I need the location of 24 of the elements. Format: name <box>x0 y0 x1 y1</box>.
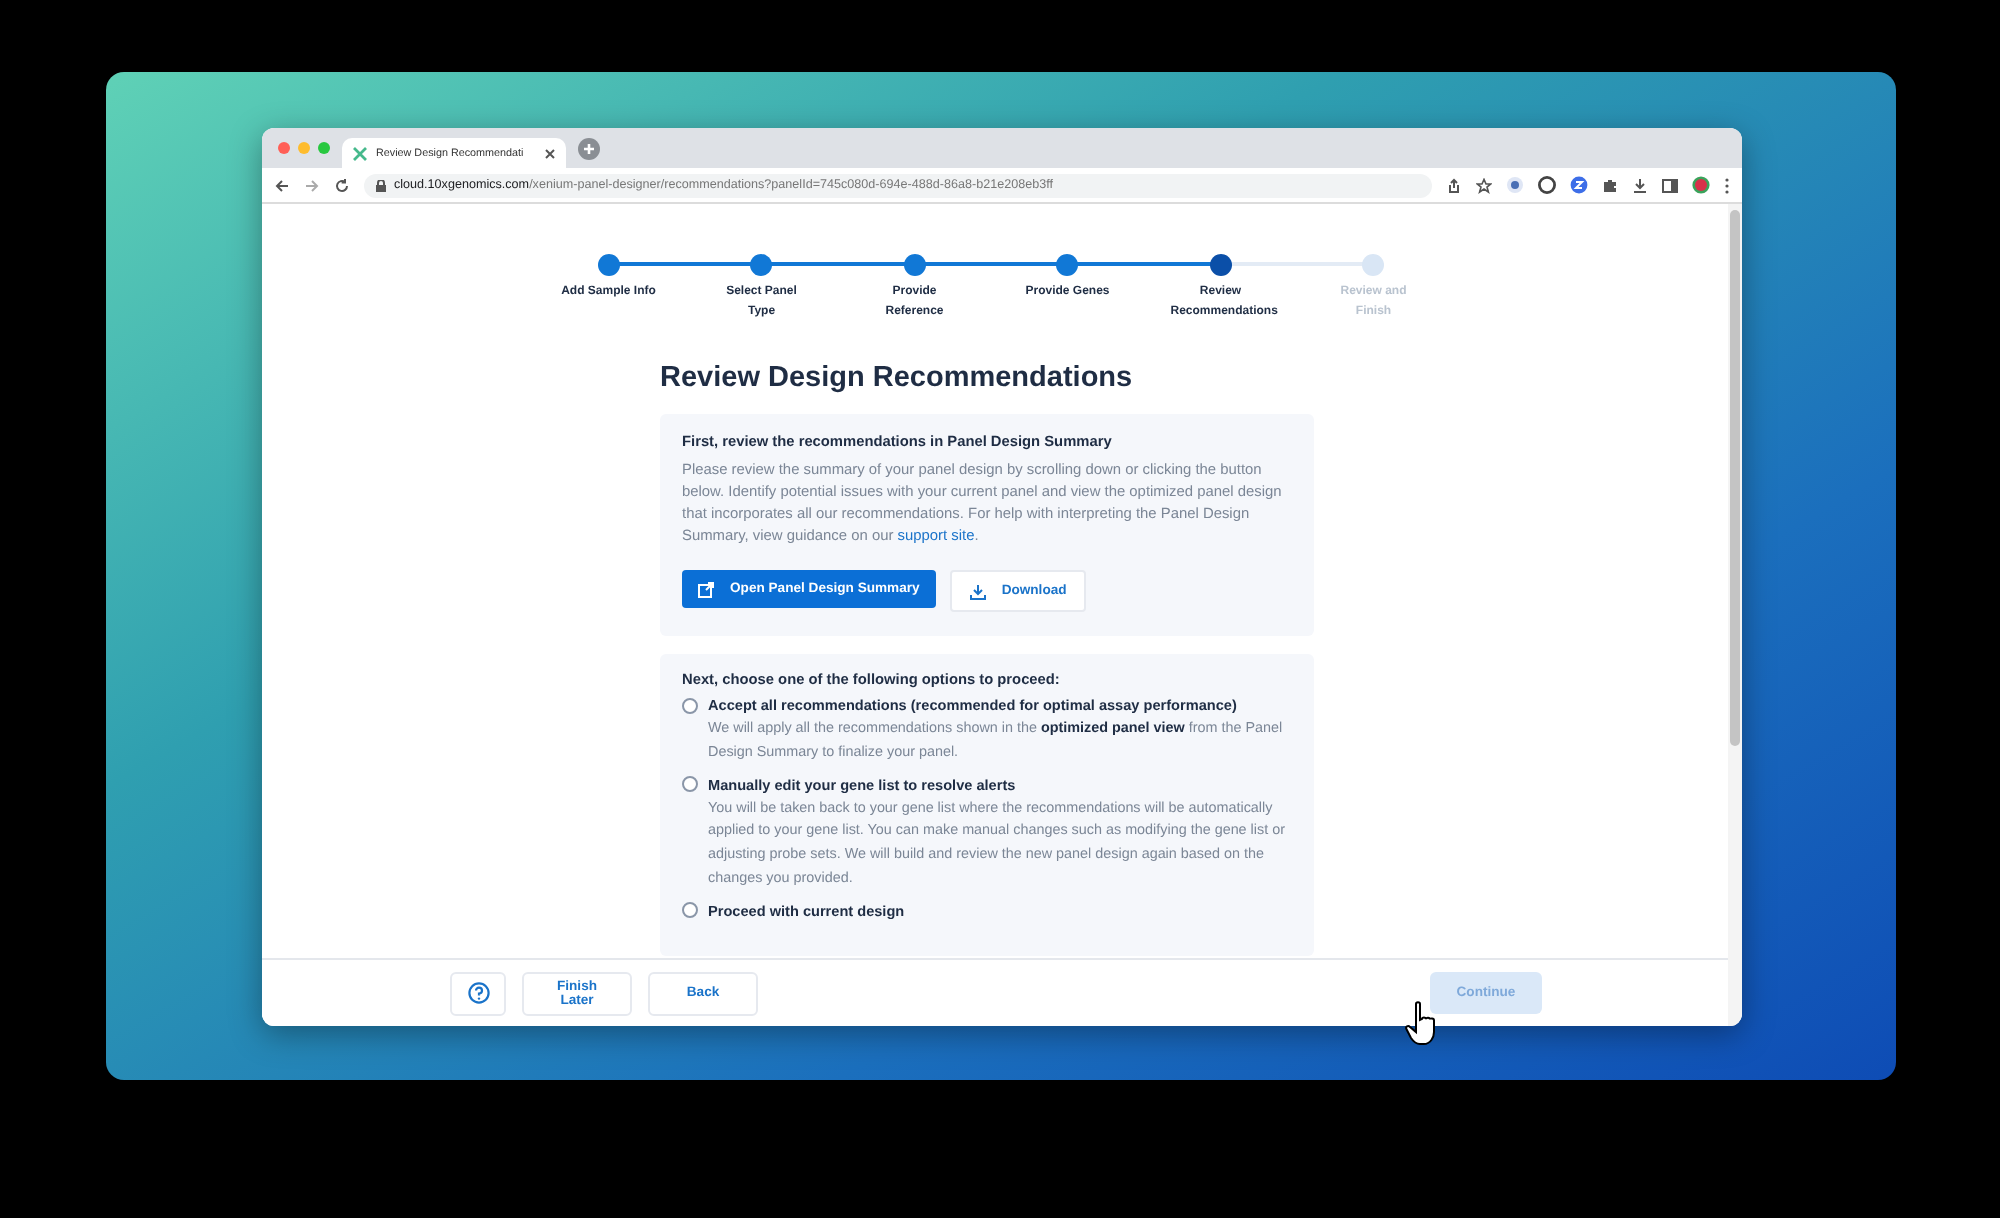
logo-icon <box>352 145 368 161</box>
reload-icon[interactable] <box>334 177 350 193</box>
radio-button[interactable] <box>682 697 698 713</box>
menu-icon[interactable] <box>1724 177 1730 193</box>
scrollbar-thumb[interactable] <box>1730 210 1740 746</box>
help-button[interactable] <box>450 971 506 1015</box>
help-icon <box>467 982 489 1004</box>
radio-button[interactable] <box>682 776 698 793</box>
download-icon <box>969 583 986 599</box>
external-link-icon <box>698 581 714 597</box>
new-tab-button[interactable] <box>578 137 600 159</box>
avatar-icon[interactable] <box>1692 176 1710 194</box>
page-title: Review Design Recommendations <box>660 362 1135 394</box>
extension-icon[interactable] <box>1570 176 1588 194</box>
plus-icon <box>582 141 596 155</box>
lock-icon <box>376 179 386 191</box>
share-icon[interactable] <box>1446 177 1462 193</box>
radio-button[interactable] <box>682 902 698 919</box>
download-icon[interactable] <box>1632 177 1648 193</box>
sidebar-icon[interactable] <box>1662 177 1678 193</box>
star-icon[interactable] <box>1476 177 1492 193</box>
close-icon[interactable] <box>544 147 556 159</box>
back-icon[interactable] <box>274 177 290 193</box>
puzzle-icon[interactable] <box>1602 177 1618 193</box>
